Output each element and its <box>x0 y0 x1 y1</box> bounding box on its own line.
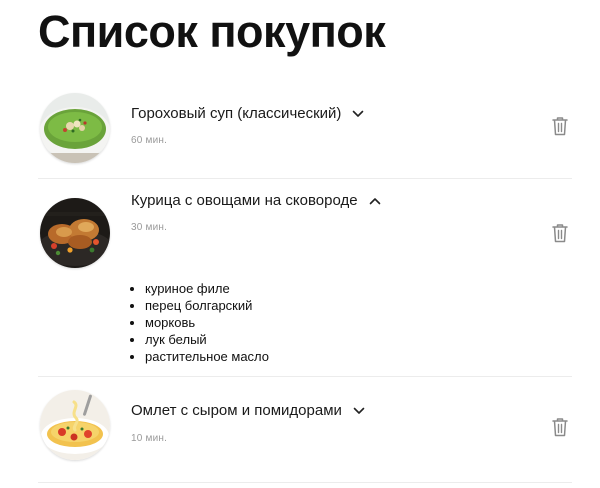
omelette-image <box>40 390 110 460</box>
recipe-time: 10 мин. <box>131 433 168 444</box>
ingredient-list: куриное филе перец болгарский морковь лу… <box>131 280 269 365</box>
delete-button[interactable] <box>550 115 570 137</box>
recipe-toggle[interactable]: Курица с овощами на сковороде <box>131 191 382 211</box>
ingredient-item: куриное филе <box>145 280 269 297</box>
delete-button[interactable] <box>550 416 570 438</box>
ingredient-item: морковь <box>145 314 269 331</box>
ingredient-item: перец болгарский <box>145 297 269 314</box>
recipe-name: Омлет с сыром и помидорами <box>131 402 342 419</box>
recipe-time: 60 мин. <box>131 135 168 146</box>
recipe-toggle[interactable]: Гороховый суп (классический) <box>131 104 365 124</box>
roast-chicken-image <box>40 198 110 268</box>
recipe-item: Омлет с сыром и помидорами 10 мин. <box>38 377 572 483</box>
recipe-list: Гороховый суп (классический) 60 мин. Кур… <box>38 84 572 483</box>
recipe-time: 30 мин. <box>131 222 168 233</box>
chevron-down-icon <box>352 404 366 418</box>
chevron-down-icon <box>351 107 365 121</box>
recipe-item: Гороховый суп (классический) 60 мин. <box>38 84 572 179</box>
delete-button[interactable] <box>550 222 570 244</box>
trash-icon <box>552 224 568 243</box>
chevron-up-icon <box>368 194 382 208</box>
recipe-item: Курица с овощами на сковороде 30 мин. ку… <box>38 179 572 377</box>
pea-soup-image <box>40 93 110 163</box>
trash-icon <box>552 117 568 136</box>
recipe-name: Гороховый суп (классический) <box>131 105 342 122</box>
recipe-toggle[interactable]: Омлет с сыром и помидорами <box>131 401 366 421</box>
trash-icon <box>552 418 568 437</box>
recipe-name: Курица с овощами на сковороде <box>131 192 358 209</box>
ingredient-item: растительное масло <box>145 348 269 365</box>
page-title: Список покупок <box>38 6 386 57</box>
ingredient-item: лук белый <box>145 331 269 348</box>
